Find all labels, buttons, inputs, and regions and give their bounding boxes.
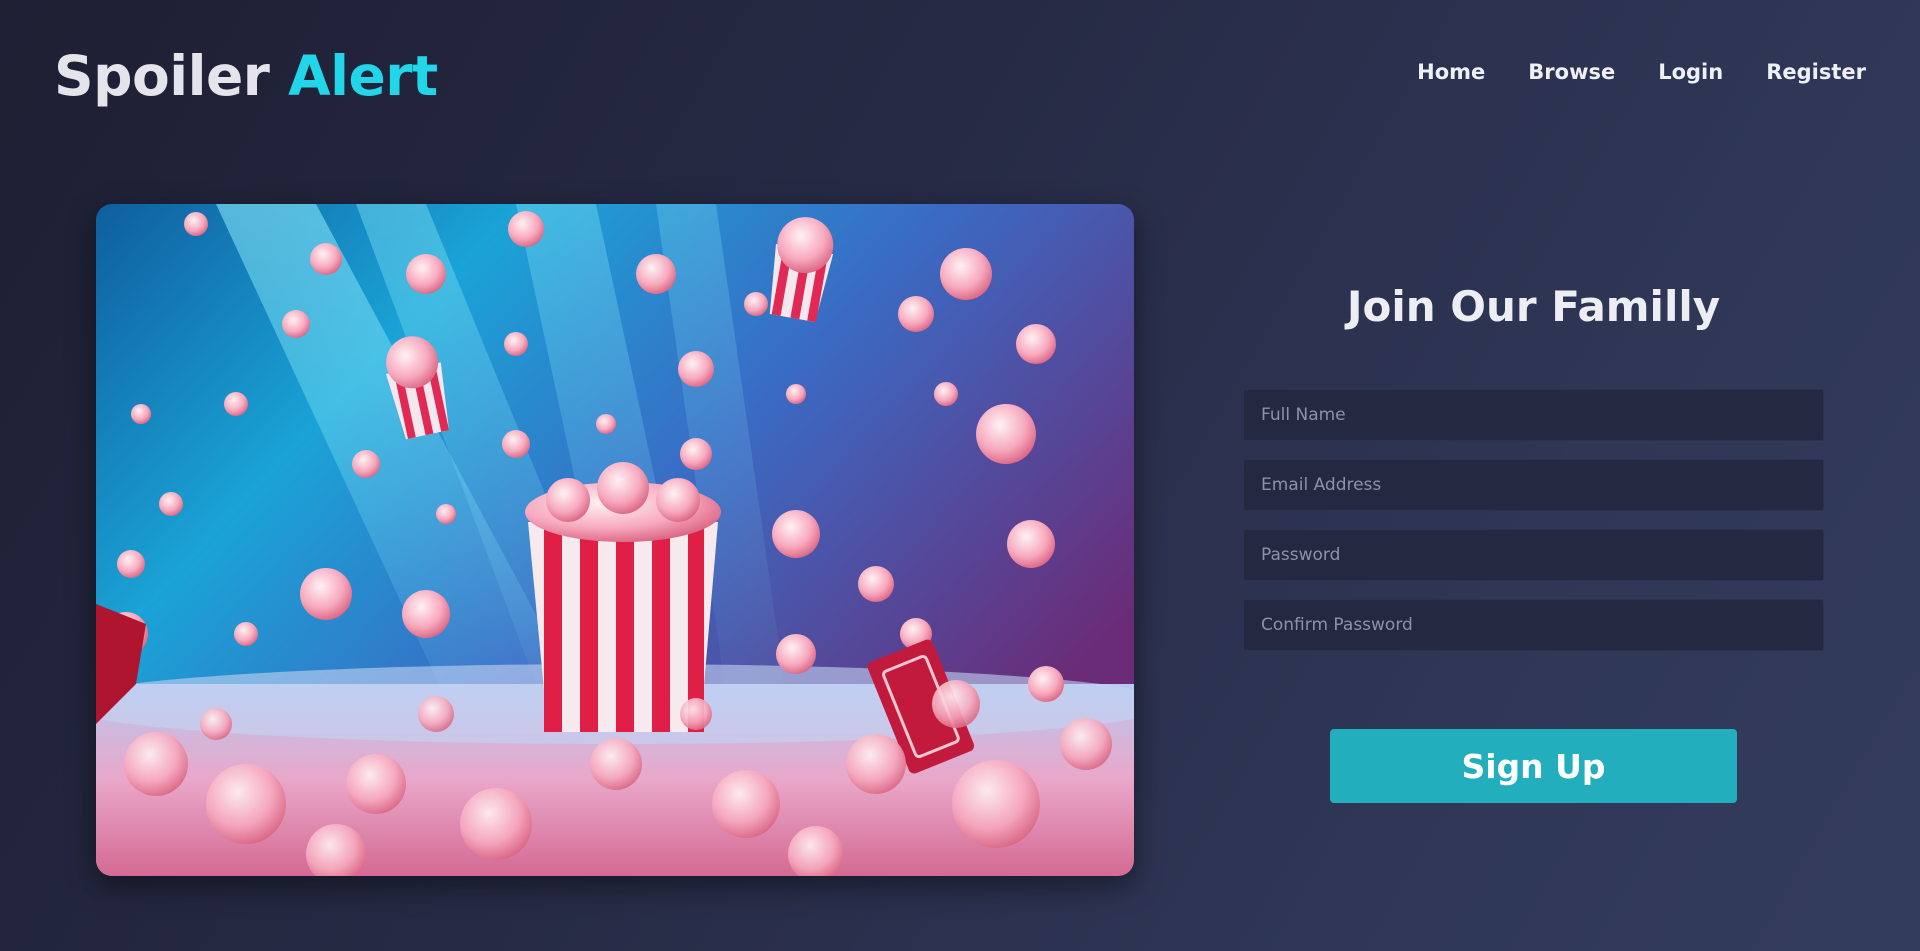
- password-field[interactable]: [1243, 529, 1824, 581]
- signup-form: Join Our Familly Sign Up: [1243, 270, 1824, 803]
- sign-up-button[interactable]: Sign Up: [1330, 729, 1737, 803]
- nav-link-login[interactable]: Login: [1658, 60, 1723, 84]
- main-nav: Home Browse Login Register: [1417, 60, 1866, 84]
- nav-link-browse[interactable]: Browse: [1528, 60, 1615, 84]
- confirm-password-field[interactable]: [1243, 599, 1824, 651]
- nav-link-register[interactable]: Register: [1766, 60, 1866, 84]
- site-header: Spoiler Alert Home Browse Login Register: [0, 0, 1920, 150]
- signup-title: Join Our Familly: [1346, 282, 1721, 331]
- email-field[interactable]: [1243, 459, 1824, 511]
- logo-text-accent: Alert: [288, 44, 438, 108]
- hero-popcorn-image: [96, 204, 1134, 876]
- full-name-field[interactable]: [1243, 389, 1824, 441]
- nav-link-home[interactable]: Home: [1417, 60, 1485, 84]
- site-logo[interactable]: Spoiler Alert: [54, 44, 438, 108]
- logo-text-primary: Spoiler: [54, 44, 270, 108]
